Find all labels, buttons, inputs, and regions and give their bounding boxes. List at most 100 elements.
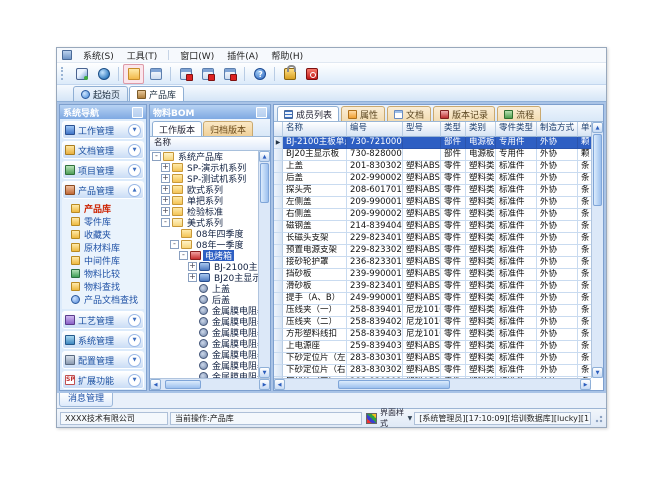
column-header[interactable]: 类别 (466, 122, 496, 137)
chevron-down-icon[interactable]: ▼ (128, 374, 141, 387)
table-row[interactable]: 挡砂板239-990001-01X塑料ABS零件塑料类标准件外协条 (274, 269, 591, 281)
tree-horizontal-scrollbar[interactable]: ◀ ▶ (150, 378, 270, 390)
tab-documents[interactable]: 文档 (387, 106, 431, 121)
scroll-left-icon[interactable]: ◀ (150, 379, 161, 390)
scroll-up-icon[interactable]: ▲ (592, 122, 603, 133)
table-row[interactable]: 磁钢盖214-839404-01X塑料ABS零件塑料类标准件外协条 (274, 221, 591, 233)
collapse-icon[interactable]: - (152, 152, 161, 161)
tree-column-header[interactable]: 名称 (150, 137, 270, 151)
sidebar-section-craft[interactable]: 工艺管理▼ (62, 311, 144, 329)
tab-workflow[interactable]: 流程 (497, 106, 541, 121)
scrollbar-thumb[interactable] (338, 380, 450, 389)
window-close-a-button[interactable] (175, 64, 196, 84)
tree-item[interactable]: -系统产品库 (150, 151, 258, 162)
chevron-down-icon[interactable]: ▼ (128, 354, 141, 367)
tree-vertical-scrollbar[interactable]: ▲ ▼ (258, 151, 270, 378)
sidebar-item-raw-material-lib[interactable]: 原材料库 (62, 241, 144, 254)
tree-item[interactable]: +单把系列 (150, 195, 258, 206)
expand-icon[interactable]: + (161, 196, 170, 205)
table-row[interactable]: 预置电源支架229-823302-00X塑料ABS零件塑料类标准件外协条 (274, 245, 591, 257)
scrollbar-thumb[interactable] (165, 380, 201, 389)
table-row[interactable]: 右侧盖209-990002-01X塑料ABS零件塑料类标准件外协条 (274, 209, 591, 221)
scroll-right-icon[interactable]: ▶ (259, 379, 270, 390)
menu-item-plugins[interactable]: 插件(A) (225, 49, 260, 62)
folder-open-button[interactable] (123, 64, 144, 84)
table-row[interactable]: 接砂轮护罩236-823301-00X塑料ABS零件塑料类标准件外协条 (274, 257, 591, 269)
table-row[interactable]: 探头壳208-601701-01X塑料ABS零件塑料类标准件外协条 (274, 185, 591, 197)
scroll-down-icon[interactable]: ▼ (259, 367, 270, 378)
column-header[interactable]: 型号 (403, 122, 441, 137)
menu-item-window[interactable]: 窗口(W) (178, 49, 216, 62)
sidebar-item-favorites[interactable]: 收藏夹 (62, 228, 144, 241)
menu-item-system[interactable]: 系统(S) (81, 49, 116, 62)
table-row[interactable]: 压线夹（一）258-839401-00X尼龙1010零件塑料类标准件外协条 (274, 305, 591, 317)
bom-tab-working[interactable]: 工作版本 (152, 121, 202, 136)
column-header[interactable]: 编号 (347, 122, 403, 137)
tree-item[interactable]: +SP-演示机系列 (150, 162, 258, 173)
sidebar-section-project[interactable]: 项目管理▼ (62, 161, 144, 179)
help-button[interactable] (249, 64, 270, 84)
tab-start-page[interactable]: 起始页 (73, 86, 128, 101)
grid-horizontal-scrollbar[interactable]: ◀ ▶ (274, 378, 591, 390)
menu-item-tools[interactable]: 工具(T) (125, 49, 160, 62)
grid-vertical-scrollbar[interactable]: ▲ ▼ (591, 122, 603, 378)
tab-member-list[interactable]: 成员列表 (277, 106, 339, 121)
chevron-down-icon[interactable]: ▼ (128, 314, 141, 327)
monitor-button[interactable] (71, 64, 92, 84)
tree-item[interactable]: 金属膜电阻器 (150, 338, 258, 349)
bom-tab-archived[interactable]: 归档版本 (203, 121, 253, 136)
table-row[interactable]: 压线夹（二）258-839402-00X尼龙1010零件塑料类标准件外协条 (274, 317, 591, 329)
table-row[interactable]: 后盖202-990002-01X塑料ABS零件塑料类标准件外协条 (274, 173, 591, 185)
pin-icon[interactable] (256, 107, 267, 118)
column-header[interactable]: 类型 (441, 122, 466, 137)
ui-style-dropdown[interactable]: 界面样式 ▼ (366, 407, 412, 429)
tree-item[interactable]: 金属膜电阻器 (150, 316, 258, 327)
column-header[interactable]: 零件类型 (496, 122, 537, 137)
tree-item[interactable]: 金属膜电阻器 (150, 327, 258, 338)
toolbar-grip[interactable] (61, 67, 66, 80)
table-row[interactable]: ▶BJ-2100主板单点730-721000-12X部件电源板专用件外协颗 (274, 137, 591, 149)
exit-button[interactable] (301, 64, 322, 84)
scroll-right-icon[interactable]: ▶ (580, 379, 591, 390)
tree-item[interactable]: 金属膜电阻器 (150, 305, 258, 316)
sidebar-item-intermediate-lib[interactable]: 中间件库 (62, 254, 144, 267)
column-header[interactable]: 单位 (578, 122, 591, 137)
tree-item[interactable]: +BJ20主显示板 (150, 272, 258, 283)
collapse-icon[interactable]: - (170, 240, 179, 249)
expand-icon[interactable]: + (188, 262, 197, 271)
tab-properties[interactable]: 属性 (341, 106, 385, 121)
sidebar-section-work[interactable]: 工作管理▼ (62, 121, 144, 139)
table-row[interactable]: BJ20主显示板730-828000-04X部件电源板专用件外协颗 (274, 149, 591, 161)
tree-item[interactable]: +检验标准 (150, 206, 258, 217)
sidebar-item-material-compare[interactable]: 物料比较 (62, 267, 144, 280)
table-row[interactable]: 下砂定位片（右）283-830302-00X塑料ABS零件塑料类标准件外协条 (274, 365, 591, 377)
table-row[interactable]: 左侧盖209-990001-01X塑料ABS零件塑料类标准件外协条 (274, 197, 591, 209)
expand-icon[interactable]: + (188, 273, 197, 282)
collapse-icon[interactable]: - (179, 251, 188, 260)
sidebar-section-document[interactable]: 文档管理▼ (62, 141, 144, 159)
tree-item[interactable]: 08年四季度 (150, 228, 258, 239)
scrollbar-thumb[interactable] (260, 163, 269, 203)
scroll-down-icon[interactable]: ▼ (592, 367, 603, 378)
chevron-down-icon[interactable]: ▼ (128, 144, 141, 157)
column-header[interactable]: 制造方式 (537, 122, 578, 137)
tree-item[interactable]: 后盖 (150, 294, 258, 305)
chevron-down-icon[interactable]: ▼ (128, 334, 141, 347)
tree-item[interactable]: 上盖 (150, 283, 258, 294)
panel-menu-icon[interactable] (132, 107, 143, 118)
sidebar-item-parts-lib[interactable]: 零件库 (62, 215, 144, 228)
table-row[interactable]: 方形塑料线扣258-839403-00X尼龙1010零件塑料类标准件外协条 (274, 329, 591, 341)
tree-item[interactable]: 金属膜电阻器 (150, 360, 258, 371)
sidebar-section-system[interactable]: 系统管理▼ (62, 331, 144, 349)
sidebar-item-product-doc-search[interactable]: 产品文档查找 (62, 293, 144, 306)
table-row[interactable]: 上盖201-830302-00X塑料ABS零件塑料类标准件外协条 (274, 161, 591, 173)
tree-item[interactable]: -美式系列 (150, 217, 258, 228)
chevron-up-icon[interactable]: ▲ (128, 184, 141, 197)
scroll-track[interactable] (161, 379, 259, 390)
tab-product-lib[interactable]: 产品库 (129, 86, 184, 101)
scrollbar-thumb[interactable] (593, 134, 602, 206)
sidebar-section-product[interactable]: 产品管理▲ (62, 181, 144, 199)
menu-item-help[interactable]: 帮助(H) (269, 49, 305, 62)
message-manager-tab[interactable]: 消息管理 (59, 393, 113, 407)
scroll-track[interactable] (592, 133, 603, 367)
